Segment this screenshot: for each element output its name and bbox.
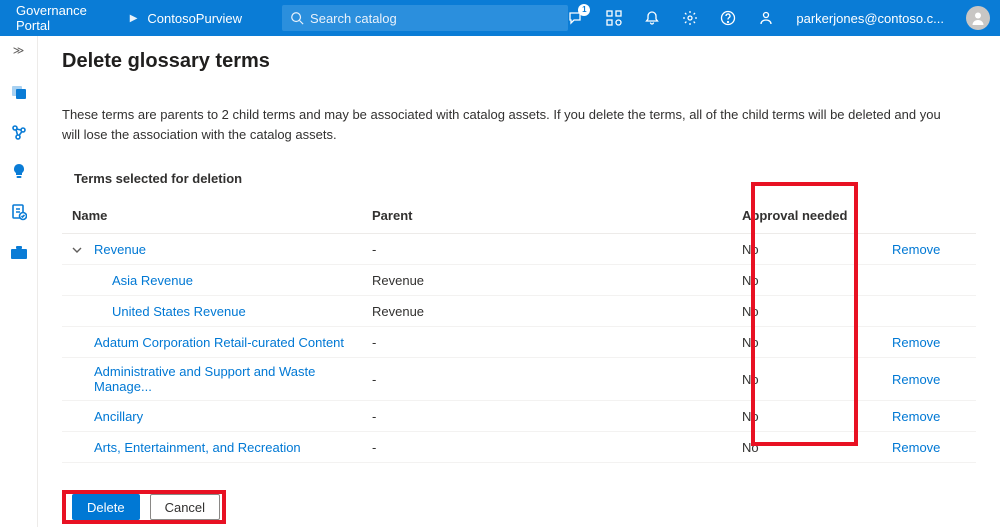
parent-cell: Revenue (362, 265, 732, 296)
table-header-row: Name Parent Approval needed (62, 202, 976, 234)
feedback-icon[interactable]: 1 (568, 10, 584, 26)
top-bar: Governance Portal ▶ ContosoPurview 1 par… (0, 0, 1000, 36)
term-link[interactable]: Arts, Entertainment, and Recreation (94, 440, 301, 455)
search-input[interactable] (310, 11, 560, 26)
topbar-actions: 1 parkerjones@contoso.c... (568, 6, 990, 30)
col-parent[interactable]: Parent (362, 202, 732, 234)
term-link[interactable]: Revenue (94, 242, 146, 257)
table-row: Administrative and Support and Waste Man… (62, 358, 976, 401)
diagnostics-icon[interactable] (606, 10, 622, 26)
col-name[interactable]: Name (62, 202, 362, 234)
nav-insights-icon[interactable] (10, 163, 28, 181)
col-actions (882, 202, 976, 234)
terms-table: Name Parent Approval needed Revenue-NoRe… (62, 202, 976, 463)
remove-link[interactable]: Remove (892, 409, 940, 424)
notifications-icon[interactable] (644, 10, 660, 26)
approval-cell: No (732, 234, 882, 265)
table-row: Adatum Corporation Retail-curated Conten… (62, 327, 976, 358)
approval-cell: No (732, 265, 882, 296)
page-description: These terms are parents to 2 child terms… (62, 105, 942, 145)
parent-cell: - (362, 327, 732, 358)
settings-icon[interactable] (682, 10, 698, 26)
term-link[interactable]: Ancillary (94, 409, 143, 424)
col-approval[interactable]: Approval needed (732, 202, 882, 234)
delete-button[interactable]: Delete (72, 494, 140, 520)
expand-nav-icon[interactable]: ≫ (13, 44, 25, 57)
nav-management-icon[interactable] (10, 243, 28, 261)
term-link[interactable]: Adatum Corporation Retail-curated Conten… (94, 335, 344, 350)
parent-cell: - (362, 234, 732, 265)
breadcrumb-current[interactable]: ContosoPurview (147, 11, 242, 26)
parent-cell: Revenue (362, 296, 732, 327)
avatar[interactable] (966, 6, 990, 30)
section-heading: Terms selected for deletion (74, 171, 976, 186)
approval-cell: No (732, 296, 882, 327)
table-row: Asia Revenue RevenueNo (62, 265, 976, 296)
approval-cell: No (732, 401, 882, 432)
user-email[interactable]: parkerjones@contoso.c... (796, 11, 944, 26)
approval-cell: No (732, 358, 882, 401)
table-row: Revenue -No Remove (62, 234, 976, 265)
term-link[interactable]: United States Revenue (112, 304, 246, 319)
remove-link[interactable]: Remove (892, 440, 940, 455)
term-link[interactable]: Asia Revenue (112, 273, 193, 288)
chevron-right-icon: ▶ (130, 13, 138, 24)
cancel-button[interactable]: Cancel (150, 494, 220, 520)
help-icon[interactable] (720, 10, 736, 26)
term-link[interactable]: Administrative and Support and Waste Man… (94, 364, 352, 394)
parent-cell: - (362, 401, 732, 432)
breadcrumb-root[interactable]: Governance Portal (16, 3, 120, 33)
breadcrumb: Governance Portal ▶ ContosoPurview (16, 3, 242, 33)
approval-cell: No (732, 327, 882, 358)
remove-link[interactable]: Remove (892, 335, 940, 350)
search-box[interactable] (282, 5, 568, 31)
left-nav-rail: ≫ (0, 36, 38, 527)
table-row: Arts, Entertainment, and Recreation -No Re… (62, 432, 976, 463)
feedback-badge: 1 (578, 4, 590, 16)
parent-cell: - (362, 358, 732, 401)
remove-link[interactable]: Remove (892, 242, 940, 257)
nav-data-icon[interactable] (10, 83, 28, 101)
table-row: United States Revenue RevenueNo (62, 296, 976, 327)
nav-policy-icon[interactable] (10, 203, 28, 221)
contact-icon[interactable] (758, 10, 774, 26)
search-icon (290, 11, 304, 25)
footer-actions: Delete Cancel (38, 487, 220, 527)
remove-link[interactable]: Remove (892, 372, 940, 387)
main-content: Delete glossary terms These terms are pa… (38, 36, 1000, 527)
nav-map-icon[interactable] (10, 123, 28, 141)
page-title: Delete glossary terms (62, 50, 976, 73)
approval-cell: No (732, 432, 882, 463)
table-row: Ancillary -No Remove (62, 401, 976, 432)
chevron-down-icon[interactable] (72, 245, 84, 255)
parent-cell: - (362, 432, 732, 463)
